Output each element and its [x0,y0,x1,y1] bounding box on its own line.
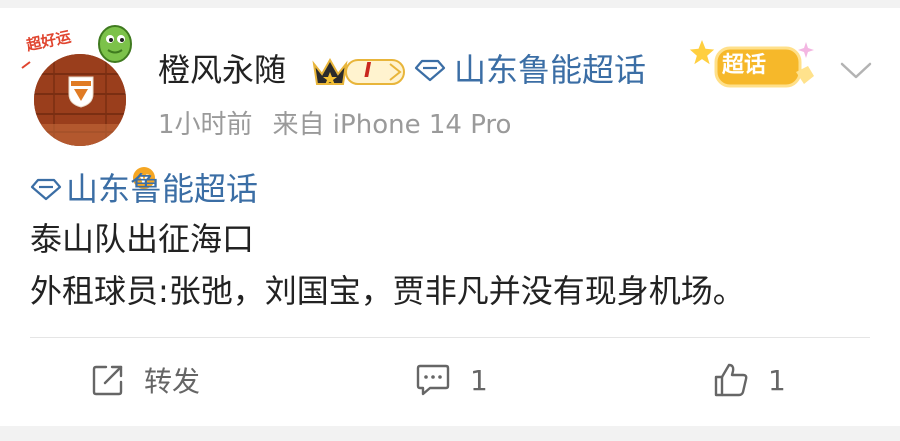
body-topic-link[interactable]: 山东鲁能超话 [30,168,258,210]
repost-button[interactable]: 转发 [90,356,200,404]
top-separator [0,0,900,8]
topic-link-header[interactable]: 山东鲁能超话 [414,50,646,90]
chevron-down-icon[interactable] [838,58,874,82]
comment-button[interactable]: 1 [414,356,488,404]
body-topic-label: 山东鲁能超话 [66,170,259,208]
thumbs-up-icon [714,363,748,397]
post-text-line: 泰山队出征海口 [30,220,255,258]
crown-level-icon[interactable] [312,52,408,90]
post-source: 来自 iPhone 14 Pro [272,110,512,140]
diamond-icon [30,178,62,201]
bottom-separator [0,426,900,441]
topic-link-label: 山东鲁能超话 [454,51,647,89]
weibo-post-card: v 超好运 橙风永随 I 山东鲁能超话 超话 1小时前 来自 iPhone 14… [0,0,900,441]
diamond-icon [414,59,446,82]
club-crest-icon [68,76,94,108]
like-button[interactable]: 1 [712,356,786,404]
author-name[interactable]: 橙风永随 [158,50,286,90]
repost-icon [92,365,123,396]
like-count: 1 [768,363,786,397]
comment-count: 1 [470,363,488,397]
supertopic-badge-label: 超话 [722,53,767,78]
post-time: 1小时前 [158,110,253,140]
divider [30,337,870,338]
level-label: I [364,58,372,82]
repost-label: 转发 [144,365,201,398]
post-text-line: 外租球员:张弛，刘国宝，贾非凡并没有现身机场。 [30,272,745,310]
post-meta: 1小时前 来自 iPhone 14 Pro [158,108,511,142]
comment-icon [416,364,450,396]
